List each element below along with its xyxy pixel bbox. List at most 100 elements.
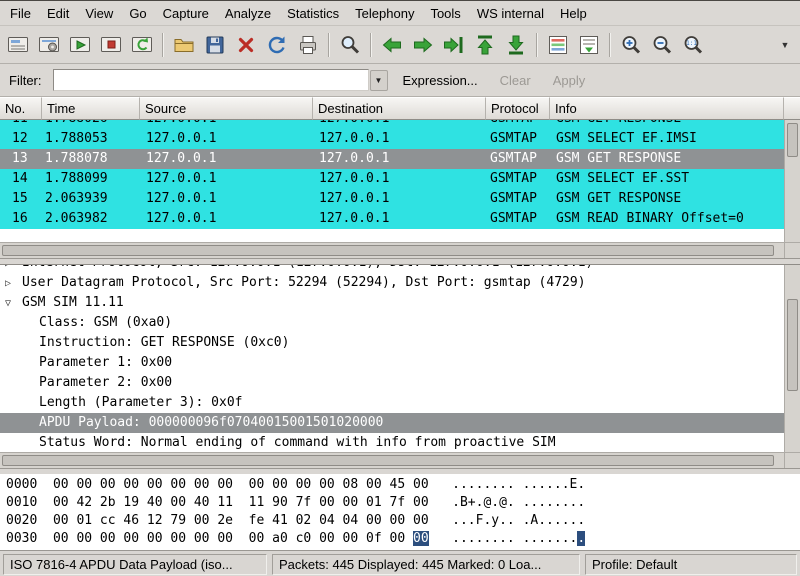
go-to-packet-button[interactable] [439,30,469,60]
column-header-no[interactable]: No. [0,97,42,120]
column-header-info[interactable]: Info [550,97,784,120]
colorize-button[interactable] [543,30,573,60]
packet-bytes-pane: 0000 00 00 00 00 00 00 00 00 00 00 00 00… [0,474,800,551]
detail-line-parameter-2[interactable]: Parameter 2: 0x00 [0,373,784,393]
cell-source: 127.0.0.1 [140,149,313,169]
auto-scroll-icon [577,33,601,57]
filter-dropdown-icon[interactable]: ▼ [370,70,388,91]
menu-file[interactable]: File [2,2,39,25]
cell-protocol: GSMTAP [486,120,550,129]
packet-list-vscrollbar[interactable] [784,120,800,242]
column-header-protocol[interactable]: Protocol [486,97,550,120]
capture-restart-button[interactable] [127,30,157,60]
go-forward-button[interactable] [408,30,438,60]
packet-row-15[interactable]: 152.063939127.0.0.1127.0.0.1GSMTAPGSM GE… [0,189,784,209]
hex-row-0020[interactable]: 0020 00 01 cc 46 12 79 00 2e fe 41 02 04… [6,512,794,530]
detail-line-gsm-sim[interactable]: ▽GSM SIM 11.11 [0,293,784,313]
go-to-bottom-button[interactable] [501,30,531,60]
cell-source: 127.0.0.1 [140,209,313,229]
details-vscrollbar[interactable] [784,265,800,452]
hex-row-0010[interactable]: 0010 00 42 2b 19 40 00 40 11 11 90 7f 00… [6,494,794,512]
packet-rows: 111.788026127.0.0.1127.0.0.1GSMTAPGSM GE… [0,120,784,242]
menu-edit[interactable]: Edit [39,2,77,25]
find-packet-button[interactable] [335,30,365,60]
hex-offset: 0010 [6,495,37,510]
packet-list-hscrollbar[interactable] [0,242,784,258]
packet-list-hscroll-thumb[interactable] [2,245,774,256]
menu-capture[interactable]: Capture [155,2,217,25]
toolbar-overflow-button[interactable]: ▼ [773,30,797,60]
packet-row-12[interactable]: 121.788053127.0.0.1127.0.0.1GSMTAPGSM SE… [0,129,784,149]
go-back-button[interactable] [377,30,407,60]
detail-lines: ▷Internet Protocol, Src: 127.0.0.1 (127.… [0,265,784,452]
detail-line-instruction[interactable]: Instruction: GET RESPONSE (0xc0) [0,333,784,353]
column-header-source[interactable]: Source [140,97,313,120]
cell-source: 127.0.0.1 [140,189,313,209]
menu-ws-internal[interactable]: WS internal [469,2,552,25]
toolbar-overflow-icon: ▼ [781,40,790,50]
column-header-destination[interactable]: Destination [313,97,486,120]
menu-bar: File Edit View Go Capture Analyze Statis… [0,1,800,26]
expanded-expander-icon[interactable]: ▽ [5,294,22,314]
go-to-top-button[interactable] [470,30,500,60]
detail-line-udp[interactable]: ▷User Datagram Protocol, Src Port: 52294… [0,273,784,293]
menu-help[interactable]: Help [552,2,595,25]
colorize-icon [546,33,570,57]
filter-label-button[interactable]: Filter: [6,71,45,90]
open-file-button[interactable] [169,30,199,60]
detail-line-ip[interactable]: ▷Internet Protocol, Src: 127.0.0.1 (127.… [0,265,784,273]
auto-scroll-button[interactable] [574,30,604,60]
cell-time: 1.788078 [42,149,140,169]
packet-row-13-selected[interactable]: 131.788078127.0.0.1127.0.0.1GSMTAPGSM GE… [0,149,784,169]
hex-ascii: .B+.@.@. ........ [429,495,586,510]
hex-row-0000[interactable]: 0000 00 00 00 00 00 00 00 00 00 00 00 00… [6,476,794,494]
detail-text: Length (Parameter 3): 0x0f [39,395,243,410]
menu-view[interactable]: View [77,2,121,25]
zoom-out-button[interactable] [647,30,677,60]
menu-statistics[interactable]: Statistics [279,2,347,25]
cell-time: 1.788053 [42,129,140,149]
detail-line-status-word[interactable]: Status Word: Normal ending of command wi… [0,433,784,452]
filter-input[interactable] [53,69,369,91]
hex-offset: 0000 [6,477,37,492]
zoom-in-button[interactable] [616,30,646,60]
detail-line-class[interactable]: Class: GSM (0xa0) [0,313,784,333]
reload-icon [265,33,289,57]
apply-button[interactable]: Apply [546,70,593,91]
cell-no: 15 [0,189,42,209]
detail-line-parameter-1[interactable]: Parameter 1: 0x00 [0,353,784,373]
capture-start-button[interactable] [65,30,95,60]
cell-destination: 127.0.0.1 [313,149,486,169]
column-header-time[interactable]: Time [42,97,140,120]
packet-list-vscroll-thumb[interactable] [787,123,798,157]
details-hscrollbar[interactable] [0,452,784,468]
capture-options-button[interactable] [34,30,64,60]
collapsed-expander-icon[interactable]: ▷ [5,274,22,294]
menu-telephony[interactable]: Telephony [347,2,422,25]
capture-stop-button[interactable] [96,30,126,60]
zoom-100-button[interactable]: 1:1 [678,30,708,60]
go-to-top-icon [473,33,497,57]
expression-button[interactable]: Expression... [396,70,485,91]
menu-tools[interactable]: Tools [422,2,468,25]
wireshark-window: File Edit View Go Capture Analyze Statis… [0,0,800,576]
status-profile[interactable]: Profile: Default [585,554,797,575]
packet-row-14[interactable]: 141.788099127.0.0.1127.0.0.1GSMTAPGSM SE… [0,169,784,189]
print-button[interactable] [293,30,323,60]
packet-row-11[interactable]: 111.788026127.0.0.1127.0.0.1GSMTAPGSM GE… [0,120,784,129]
packet-row-16[interactable]: 162.063982127.0.0.1127.0.0.1GSMTAPGSM RE… [0,209,784,229]
go-back-icon [380,33,404,57]
detail-line-apdu-payload-selected[interactable]: APDU Payload: 000000096f0704001500150102… [0,413,784,433]
clear-button[interactable]: Clear [493,70,538,91]
menu-go[interactable]: Go [121,2,154,25]
reload-button[interactable] [262,30,292,60]
save-file-button[interactable] [200,30,230,60]
status-field-info: ISO 7816-4 APDU Data Payload (iso... [3,554,267,575]
details-hscroll-thumb[interactable] [2,455,774,466]
detail-line-length[interactable]: Length (Parameter 3): 0x0f [0,393,784,413]
close-file-button[interactable] [231,30,261,60]
hex-row-0030[interactable]: 0030 00 00 00 00 00 00 00 00 00 a0 c0 00… [6,530,794,548]
menu-analyze[interactable]: Analyze [217,2,279,25]
details-vscroll-thumb[interactable] [787,299,798,391]
list-interfaces-button[interactable] [3,30,33,60]
